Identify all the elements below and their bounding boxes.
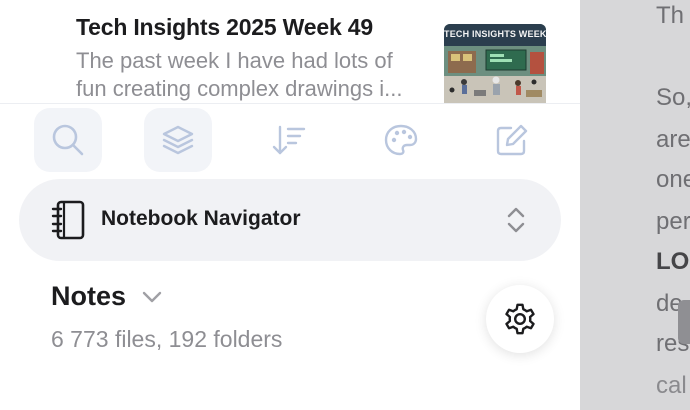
compose-icon: [496, 124, 528, 156]
note-preview-line: The past week I have had lots of: [76, 48, 393, 73]
chevron-up-down-icon: [507, 207, 525, 233]
note-list-item[interactable]: Tech Insights 2025 Week 49 The past week…: [0, 0, 580, 103]
thumbnail-banner: TECH INSIGHTS WEEK 4: [444, 24, 546, 46]
note-thumbnail: TECH INSIGHTS WEEK 4: [444, 24, 546, 103]
layers-icon: [162, 125, 194, 155]
notebook-icon: [51, 200, 85, 240]
compose-button[interactable]: [478, 108, 546, 172]
section-title[interactable]: Notes: [51, 281, 126, 312]
chevron-down-icon[interactable]: [141, 288, 163, 306]
editor-scrollbar[interactable]: [678, 300, 690, 344]
thumbnail-illustration: [444, 46, 546, 103]
sort-button[interactable]: [255, 108, 323, 172]
palette-icon: [384, 124, 418, 156]
thumbnail-banner-text: TECH INSIGHTS WEEK 4: [444, 29, 546, 39]
search-button[interactable]: [34, 108, 102, 172]
vault-switcher[interactable]: Notebook Navigator: [19, 179, 561, 261]
note-preview: The past week I have had lots of fun cre…: [76, 47, 436, 103]
layers-button[interactable]: [144, 108, 212, 172]
settings-button[interactable]: [486, 285, 554, 353]
note-preview-line: fun creating complex drawings i...: [76, 76, 403, 101]
editor-text-line: per: [656, 208, 690, 235]
editor-pane[interactable]: Th So, are one per LO de res cal: [580, 0, 690, 410]
vault-switcher-label: Notebook Navigator: [101, 207, 301, 230]
editor-text-line: one: [656, 166, 690, 193]
editor-text-line: are: [656, 126, 690, 153]
sort-icon: [272, 125, 306, 155]
file-folder-count: 6 773 files, 192 folders: [51, 326, 283, 352]
search-icon: [52, 124, 84, 156]
navigator-pane: Tech Insights 2025 Week 49 The past week…: [0, 0, 580, 410]
navigator-toolbar: [0, 103, 580, 175]
gear-icon: [505, 303, 535, 335]
editor-text-line: LO: [656, 248, 690, 275]
editor-text-line: Th: [656, 2, 685, 29]
editor-text-line: cal: [656, 372, 687, 399]
editor-text-line: So,: [656, 84, 690, 111]
note-title: Tech Insights 2025 Week 49: [76, 14, 373, 40]
palette-button[interactable]: [367, 108, 435, 172]
